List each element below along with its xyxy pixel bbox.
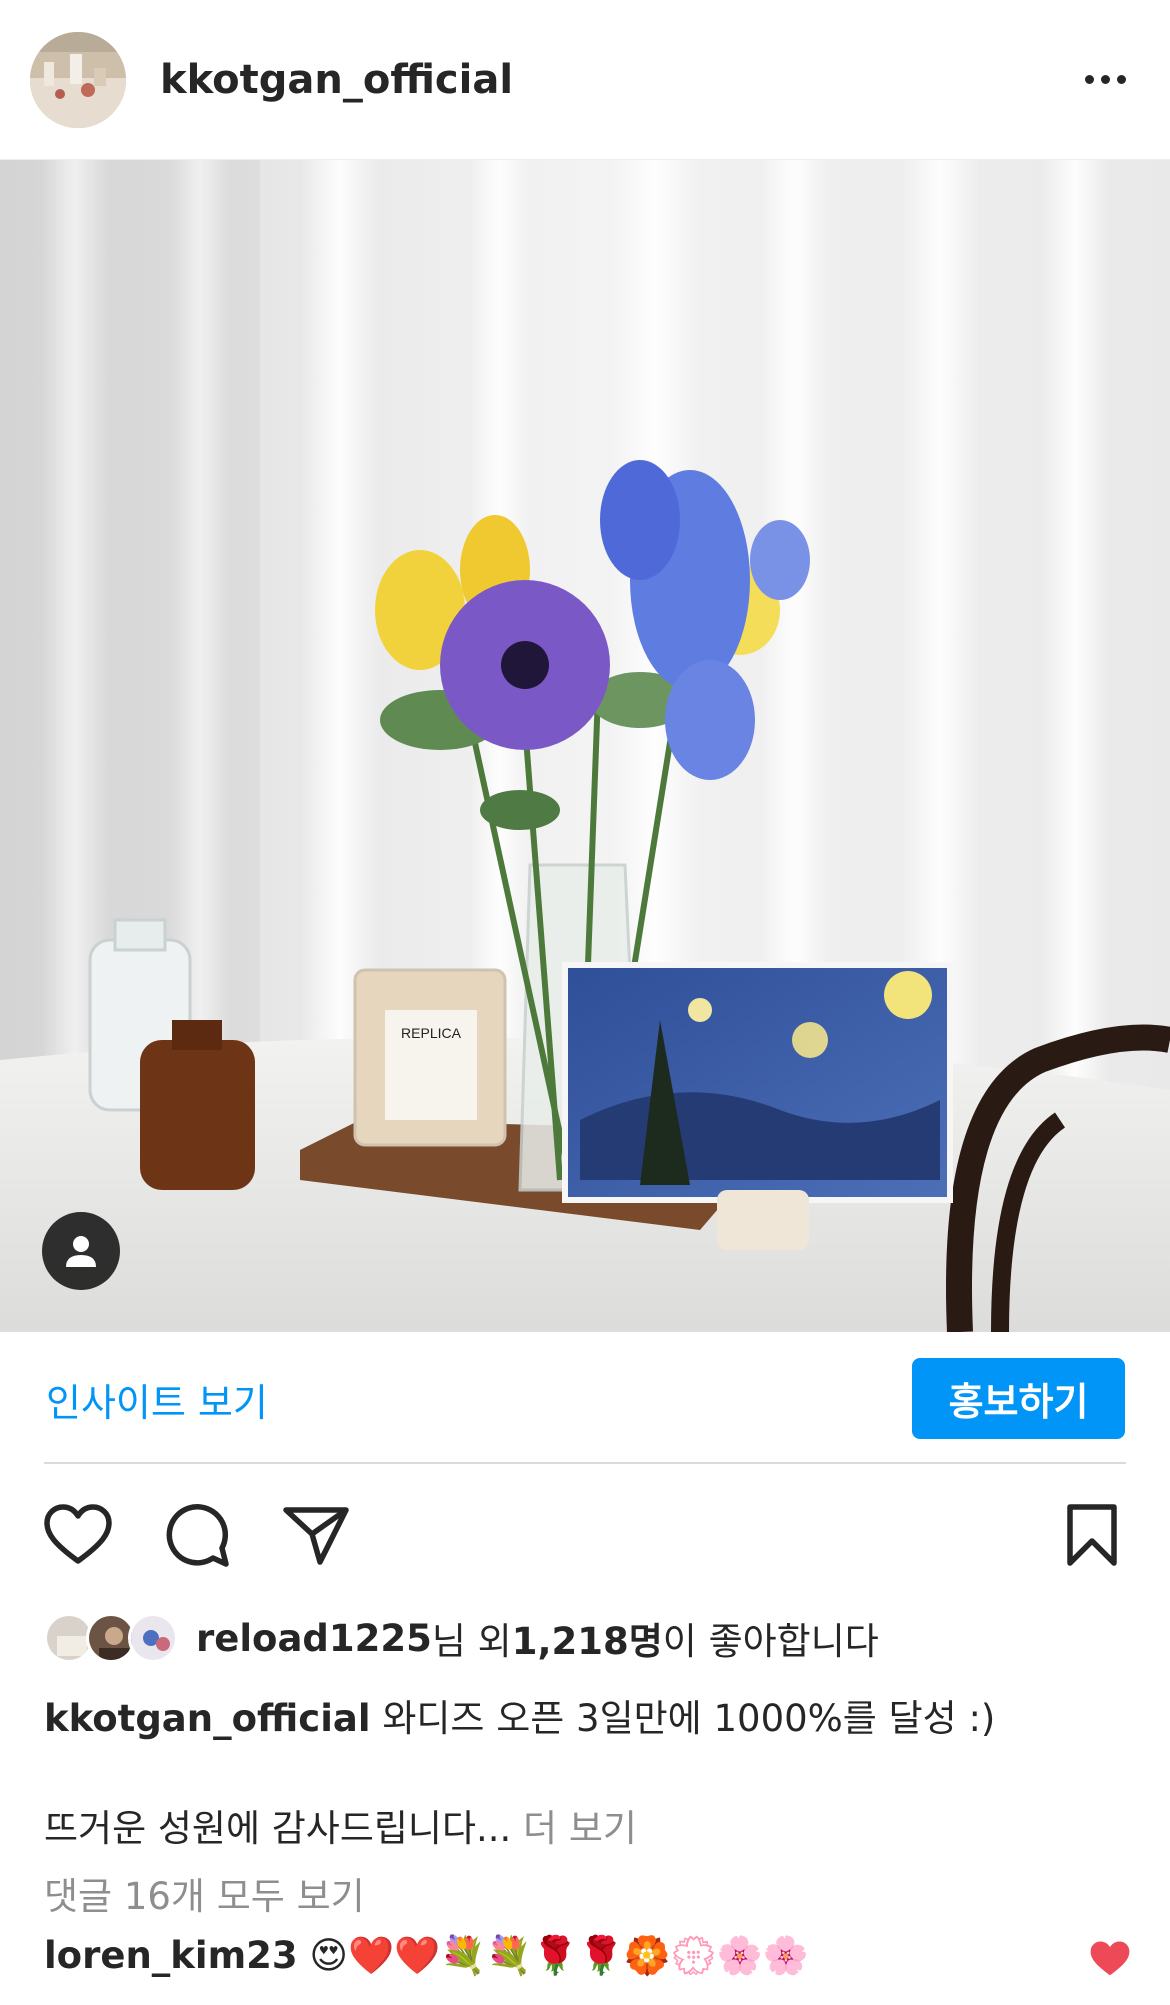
more-options-button[interactable] <box>1070 50 1140 110</box>
profile-avatar[interactable] <box>30 31 126 128</box>
caption: kkotgan_official 와디즈 오픈 3일만에 1000%를 달성 :… <box>44 1688 995 1742</box>
bookmark-icon <box>1067 1504 1117 1566</box>
flower-bouquet-photo: REPLICA <box>0 160 1170 1332</box>
caption-text-line2: 뜨거운 성원에 감사드립니다... <box>44 1807 512 1850</box>
divider <box>44 1462 1126 1464</box>
insight-bar: 인사이트 보기 홍보하기 <box>0 1332 1170 1462</box>
like-button[interactable] <box>38 1495 118 1575</box>
share-button[interactable] <box>276 1495 356 1575</box>
save-button[interactable] <box>1052 1495 1132 1575</box>
svg-text:REPLICA: REPLICA <box>401 1025 462 1041</box>
liker-avatars <box>44 1611 184 1665</box>
caption-username[interactable]: kkotgan_official <box>44 1697 371 1740</box>
liker-avatar <box>128 1613 178 1663</box>
likes-count[interactable]: 1,218명 <box>512 1611 663 1665</box>
view-all-comments-link[interactable]: 댓글 16개 모두 보기 <box>44 1866 365 1920</box>
promote-button[interactable]: 홍보하기 <box>912 1358 1125 1439</box>
likes-suffix: 이 좋아합니다 <box>662 1620 879 1663</box>
comment-text: 😍❤️❤️💐💐🌹🌹🏵️💮🌸🌸 <box>297 1934 809 1977</box>
send-icon <box>283 1507 349 1565</box>
post-image[interactable]: REPLICA <box>0 160 1170 1332</box>
user-tag-icon <box>66 1236 96 1267</box>
action-bar <box>0 1495 1170 1575</box>
post-header: kkotgan_official <box>0 0 1170 160</box>
heart-icon <box>1090 1941 1130 1976</box>
comment-like-button[interactable] <box>1088 1939 1132 1979</box>
likes-honorific: 님 외 <box>431 1620 512 1663</box>
likes-summary[interactable]: reload1225 님 외 1,218명 이 좋아합니다 <box>44 1610 879 1666</box>
caption-more-link[interactable]: 더 보기 <box>511 1807 637 1850</box>
comment-icon <box>166 1504 229 1567</box>
more-horizontal-icon <box>1084 75 1126 84</box>
comment-item: loren_kim23 😍❤️❤️💐💐🌹🌹🏵️💮🌸🌸 <box>44 1934 809 1978</box>
comment-username[interactable]: loren_kim23 <box>44 1934 298 1977</box>
view-insights-link[interactable]: 인사이트 보기 <box>46 1372 268 1427</box>
heart-icon <box>44 1504 112 1564</box>
first-liker-username[interactable]: reload1225 <box>196 1617 432 1660</box>
caption-text: 와디즈 오픈 3일만에 1000%를 달성 :) <box>370 1697 996 1740</box>
caption-line2: 뜨거운 성원에 감사드립니다... 더 보기 <box>44 1798 637 1852</box>
tag-user-button[interactable] <box>42 1212 120 1290</box>
post-username[interactable]: kkotgan_official <box>160 57 513 103</box>
comment-button[interactable] <box>157 1495 237 1575</box>
